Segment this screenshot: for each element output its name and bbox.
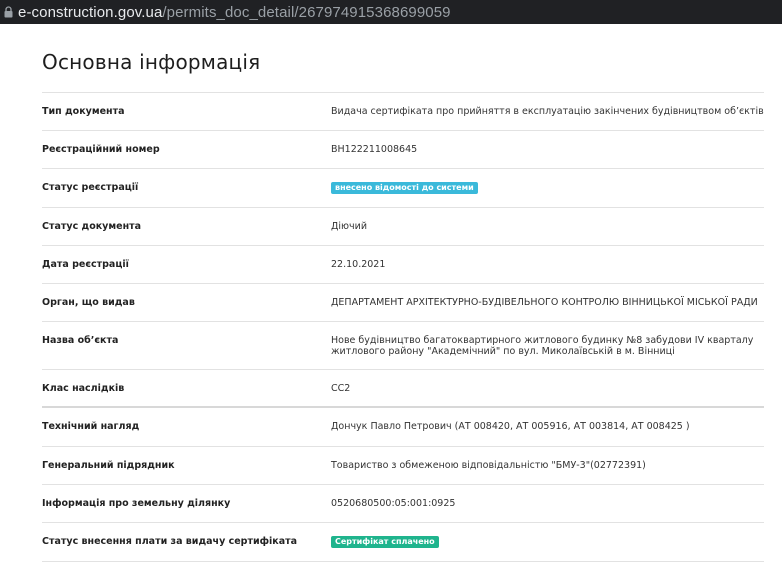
row-value: Дончук Павло Петрович (АТ 008420, АТ 005… (331, 421, 690, 432)
url-path: /permits_doc_detail/267974915368699059 (162, 3, 451, 21)
url-text[interactable]: e-construction.gov.ua/permits_doc_detail… (18, 4, 451, 21)
row-value: Нове будівництво багатоквартирного житло… (331, 335, 754, 357)
address-bar[interactable]: e-construction.gov.ua/permits_doc_detail… (0, 0, 782, 24)
row-value: Товариство з обмеженою відповідальністю … (331, 460, 646, 471)
url-domain: e-construction.gov.ua (18, 3, 163, 21)
table-row: Орган, що видав ДЕПАРТАМЕНТ АРХІТЕКТУРНО… (42, 284, 764, 322)
row-label: Генеральний підрядник (42, 460, 175, 471)
row-value: Діючий (331, 221, 368, 232)
row-label: Дата реєстрації (42, 259, 129, 270)
page-title: Основна інформація (42, 50, 261, 74)
row-value: СС2 (331, 383, 351, 394)
table-row: Статус документа Діючий (42, 208, 764, 246)
status-badge: внесено відомості до системи (331, 182, 478, 194)
payment-status-badge: Сертифікат сплачено (331, 536, 439, 548)
row-label: Реєстраційний номер (42, 144, 160, 155)
row-label: Назва об’єкта (42, 335, 119, 346)
row-label: Статус документа (42, 221, 142, 232)
row-label: Інформація про земельну ділянку (42, 498, 231, 509)
table-row: Інформація про земельну ділянку 05206805… (42, 485, 764, 523)
row-label: Статус внесення плати за видачу сертифік… (42, 536, 298, 547)
table-row: Реєстраційний номер ВН122211008645 (42, 131, 764, 169)
table-row: Генеральний підрядник Товариство з обмеж… (42, 447, 764, 485)
info-table: Тип документа Видача сертифіката про при… (42, 92, 764, 562)
row-value: Видача сертифіката про прийняття в експл… (331, 106, 764, 117)
row-label: Орган, що видав (42, 297, 135, 308)
row-label: Статус реєстрації (42, 182, 139, 193)
table-row: Тип документа Видача сертифіката про при… (42, 93, 764, 131)
row-value: ВН122211008645 (331, 144, 418, 155)
row-value: 22.10.2021 (331, 259, 386, 270)
row-value: 0520680500:05:001:0925 (331, 498, 456, 509)
table-row: Технічний нагляд Дончук Павло Петрович (… (42, 408, 764, 447)
table-row: Дата реєстрації 22.10.2021 (42, 246, 764, 284)
row-value: внесено відомості до системи (331, 169, 764, 207)
row-value: Сертифікат сплачено (331, 523, 764, 561)
row-label: Клас наслідків (42, 383, 125, 394)
table-row: Назва об’єкта Нове будівництво багатоква… (42, 322, 764, 370)
row-value: ДЕПАРТАМЕНТ АРХІТЕКТУРНО-БУДІВЕЛЬНОГО КО… (331, 297, 758, 308)
table-row: Статус внесення плати за видачу сертифік… (42, 523, 764, 562)
table-row: Клас наслідків СС2 (42, 370, 764, 408)
lock-icon[interactable] (2, 5, 14, 19)
row-label: Тип документа (42, 106, 125, 117)
row-label: Технічний нагляд (42, 421, 140, 432)
table-row: Статус реєстрації внесено відомості до с… (42, 169, 764, 208)
